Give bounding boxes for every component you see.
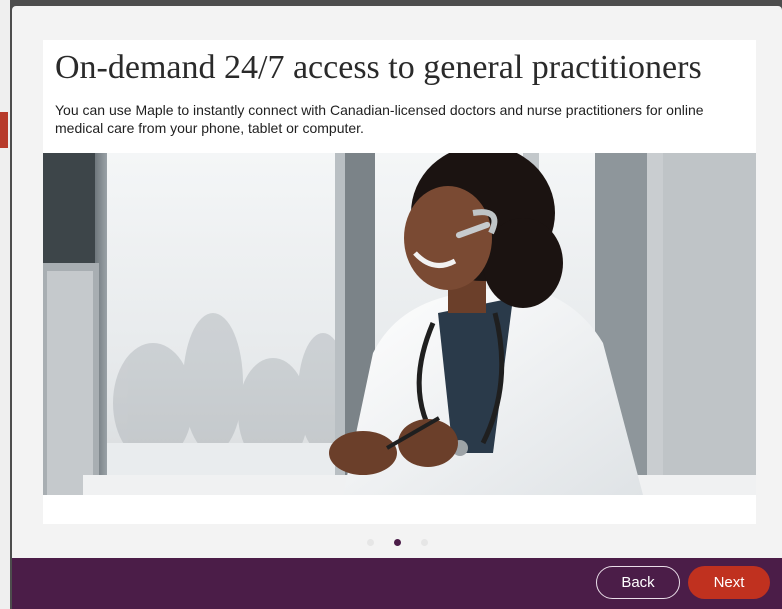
carousel-indicator (12, 539, 782, 549)
back-button[interactable]: Back (596, 566, 680, 599)
onboarding-modal: On-demand 24/7 access to general practit… (12, 6, 782, 609)
next-button[interactable]: Next (688, 566, 770, 599)
carousel-dot-2-active[interactable] (393, 539, 401, 546)
slide-card: On-demand 24/7 access to general practit… (43, 40, 756, 524)
slide-description: You can use Maple to instantly connect w… (55, 102, 704, 136)
background-accent-mark (0, 112, 8, 148)
slide-title: On-demand 24/7 access to general practit… (55, 49, 702, 86)
doctor-photo (43, 153, 756, 495)
modal-footer: Back Next (12, 558, 782, 609)
carousel-dot-3[interactable] (420, 539, 428, 546)
carousel-dot-1[interactable] (366, 539, 374, 546)
background-page-edge (0, 0, 10, 609)
